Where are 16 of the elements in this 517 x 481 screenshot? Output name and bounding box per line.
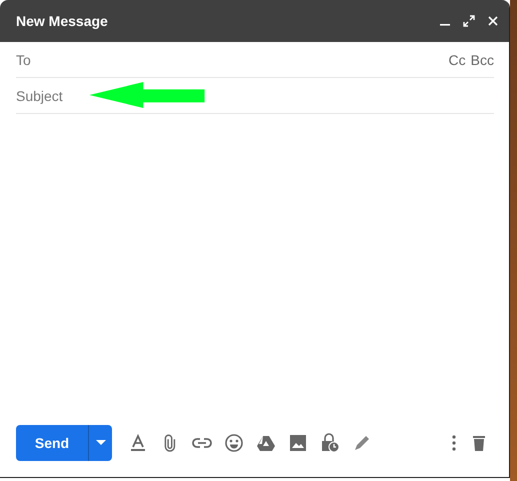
recipient-link[interactable]: Bcc (470, 52, 494, 68)
to-label: To (16, 52, 32, 68)
window-title: New Message (16, 13, 109, 29)
close-icon[interactable] (487, 15, 499, 27)
send-options-button[interactable] (88, 425, 112, 461)
more-options-icon[interactable] (451, 433, 457, 453)
lock-clock-icon[interactable] (320, 433, 340, 453)
send-button[interactable]: Send (16, 425, 88, 461)
caret-icon (96, 440, 106, 446)
pen-icon[interactable] (352, 433, 372, 453)
image-icon[interactable] (288, 433, 308, 453)
recipient-link[interactable]: Cc (448, 52, 466, 68)
emoji-icon[interactable] (224, 433, 244, 453)
drive-icon[interactable] (256, 433, 276, 453)
expand-icon[interactable] (463, 15, 475, 27)
text-format-icon[interactable] (128, 433, 148, 453)
